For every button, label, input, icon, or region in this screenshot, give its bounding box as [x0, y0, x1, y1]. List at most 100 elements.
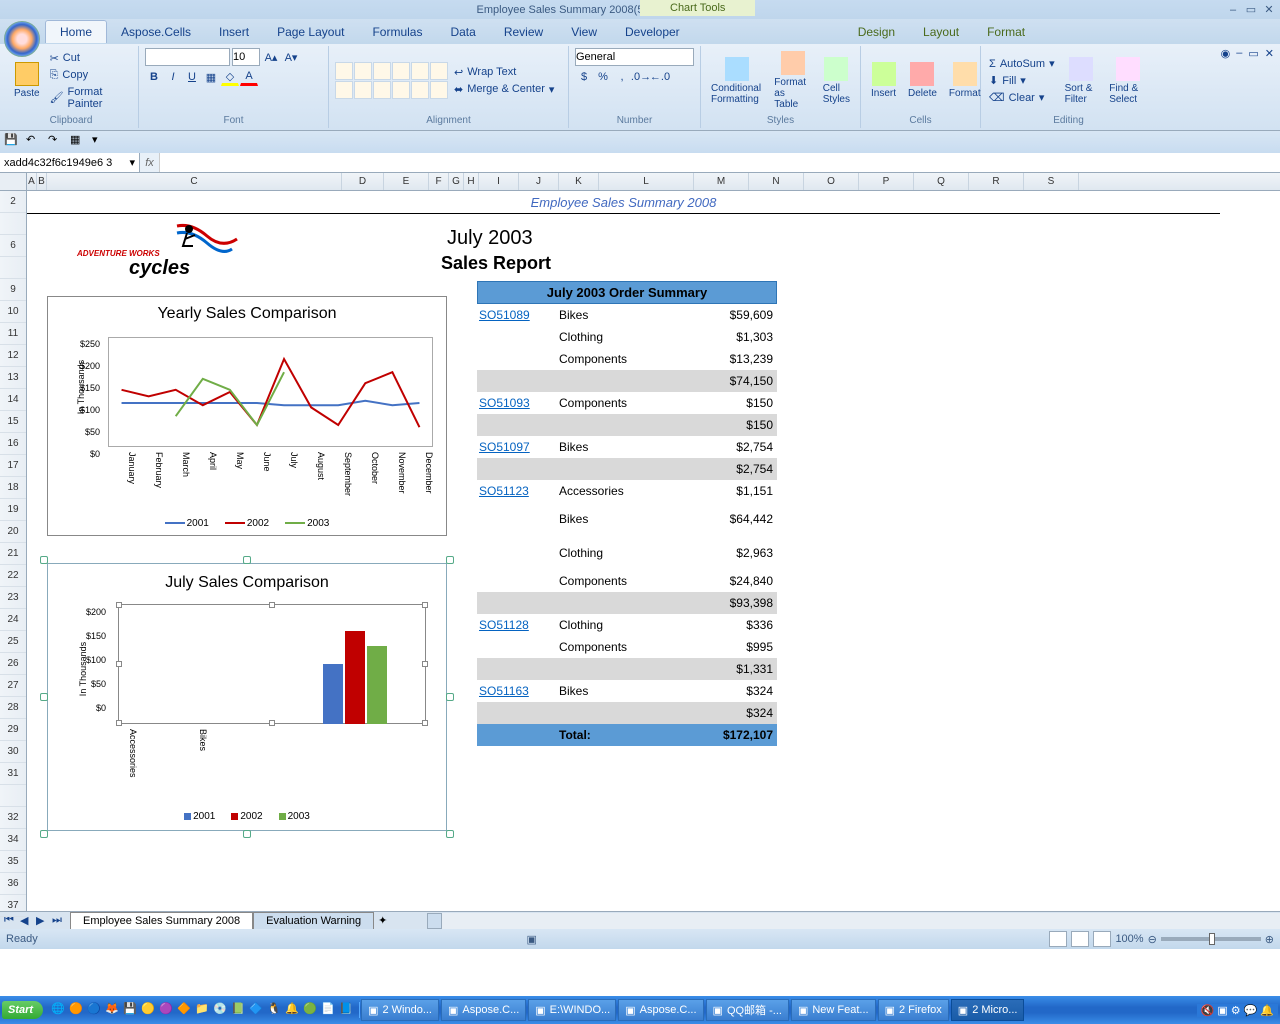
col-header[interactable]: D: [342, 173, 384, 190]
minimize-icon[interactable]: –: [1226, 4, 1240, 16]
row-header[interactable]: 31: [0, 763, 26, 785]
font-size-input[interactable]: [232, 48, 260, 66]
order-link[interactable]: SO51163: [479, 684, 529, 698]
ribbon-restore-icon[interactable]: ▭: [1248, 47, 1258, 60]
fill-color-button[interactable]: ◇: [221, 68, 239, 86]
taskbar-button[interactable]: ▣2 Windo...: [361, 999, 439, 1021]
row-header[interactable]: 32: [0, 807, 26, 829]
autosum-button[interactable]: Σ AutoSum ▾: [987, 56, 1057, 71]
quick-launch-icon[interactable]: 📘: [339, 1002, 355, 1018]
yearly-sales-chart[interactable]: Yearly Sales Comparison In Thousands $25…: [47, 296, 447, 536]
row-header[interactable]: 10: [0, 301, 26, 323]
row-header[interactable]: 20: [0, 521, 26, 543]
italic-button[interactable]: I: [164, 68, 182, 86]
row-header[interactable]: 19: [0, 499, 26, 521]
cut-button[interactable]: ✂Cut: [48, 51, 132, 66]
row-header[interactable]: 9: [0, 279, 26, 301]
row-header[interactable]: 30: [0, 741, 26, 763]
col-header[interactable]: I: [479, 173, 519, 190]
ribbon-tab-developer[interactable]: Developer: [611, 21, 694, 43]
horizontal-scrollbar[interactable]: [427, 913, 1280, 929]
tray-icon[interactable]: 🔔: [1260, 1004, 1274, 1017]
taskbar-button[interactable]: ▣2 Firefox: [878, 999, 949, 1021]
tray-icon[interactable]: ⚙: [1231, 1004, 1241, 1017]
zoom-out-button[interactable]: ⊖: [1148, 933, 1157, 946]
col-header[interactable]: R: [969, 173, 1024, 190]
comma-button[interactable]: ,: [613, 68, 631, 86]
alignment-buttons[interactable]: [335, 62, 448, 99]
page-layout-view-button[interactable]: [1071, 931, 1089, 947]
row-header[interactable]: 28: [0, 697, 26, 719]
underline-button[interactable]: U: [183, 68, 201, 86]
ribbon-tab-view[interactable]: View: [557, 21, 611, 43]
col-header[interactable]: J: [519, 173, 559, 190]
bold-button[interactable]: B: [145, 68, 163, 86]
zoom-slider[interactable]: [1161, 937, 1261, 941]
percent-button[interactable]: %: [594, 68, 612, 86]
help-icon[interactable]: ◉: [1221, 47, 1231, 60]
name-box[interactable]: xadd4c32f6c1949e6 3 ▾: [0, 153, 140, 172]
col-header[interactable]: L: [599, 173, 694, 190]
font-family-input[interactable]: [145, 48, 230, 66]
quick-launch-icon[interactable]: 🔵: [87, 1002, 103, 1018]
order-link[interactable]: SO51097: [479, 440, 530, 454]
page-break-view-button[interactable]: [1093, 931, 1111, 947]
merge-center-button[interactable]: ⬌Merge & Center ▾: [452, 82, 556, 97]
col-header[interactable]: N: [749, 173, 804, 190]
sheet-tab-inactive[interactable]: Evaluation Warning: [253, 912, 374, 929]
cell-styles-button[interactable]: Cell Styles: [819, 55, 854, 107]
col-header[interactable]: O: [804, 173, 859, 190]
quick-launch-icon[interactable]: 🔷: [249, 1002, 265, 1018]
col-header[interactable]: M: [694, 173, 749, 190]
order-link[interactable]: SO51123: [479, 484, 529, 498]
shrink-font-button[interactable]: A▾: [282, 48, 300, 66]
taskbar-button[interactable]: ▣QQ邮箱 -...: [706, 999, 789, 1021]
decrease-decimal-button[interactable]: ←.0: [651, 68, 669, 86]
row-header[interactable]: 23: [0, 587, 26, 609]
quick-launch-icon[interactable]: 🟠: [69, 1002, 85, 1018]
row-header[interactable]: [0, 213, 26, 235]
quick-launch-icon[interactable]: 📗: [231, 1002, 247, 1018]
sort-filter-button[interactable]: Sort & Filter: [1061, 55, 1102, 107]
redo-button[interactable]: ↷: [48, 133, 66, 151]
format-cells-button[interactable]: Format: [945, 60, 985, 101]
row-header[interactable]: 14: [0, 389, 26, 411]
sheet-nav-next[interactable]: ▶: [36, 914, 50, 927]
office-button[interactable]: [4, 21, 40, 57]
tray-icon[interactable]: 🔇: [1201, 1004, 1215, 1017]
row-header[interactable]: 37: [0, 895, 26, 917]
quick-launch-icon[interactable]: 🟡: [141, 1002, 157, 1018]
row-header[interactable]: 22: [0, 565, 26, 587]
worksheet-body[interactable]: Employee Sales Summary 2008 ADVENTURE WO…: [27, 191, 1280, 911]
sheet-nav-last[interactable]: ⏭: [52, 914, 66, 927]
context-tab-format[interactable]: Format: [973, 21, 1039, 43]
row-header[interactable]: 17: [0, 455, 26, 477]
currency-button[interactable]: $: [575, 68, 593, 86]
quick-launch-icon[interactable]: 🐧: [267, 1002, 283, 1018]
quick-launch-icon[interactable]: 🟢: [303, 1002, 319, 1018]
row-header[interactable]: 11: [0, 323, 26, 345]
row-header[interactable]: 6: [0, 235, 26, 257]
row-header[interactable]: 16: [0, 433, 26, 455]
col-header[interactable]: K: [559, 173, 599, 190]
col-header[interactable]: P: [859, 173, 914, 190]
ribbon-minimize-icon[interactable]: –: [1236, 47, 1242, 60]
fx-label[interactable]: fx: [140, 153, 160, 172]
col-header[interactable]: E: [384, 173, 429, 190]
ribbon-tab-review[interactable]: Review: [490, 21, 557, 43]
delete-cells-button[interactable]: Delete: [904, 60, 941, 101]
row-header[interactable]: 2: [0, 191, 26, 213]
quick-launch-icon[interactable]: 📄: [321, 1002, 337, 1018]
sheet-tab-active[interactable]: Employee Sales Summary 2008: [70, 912, 253, 929]
insert-cells-button[interactable]: Insert: [867, 60, 900, 101]
row-header[interactable]: 26: [0, 653, 26, 675]
row-header[interactable]: 13: [0, 367, 26, 389]
format-as-table-button[interactable]: Format as Table: [770, 49, 814, 112]
row-header[interactable]: 12: [0, 345, 26, 367]
col-header[interactable]: C: [47, 173, 342, 190]
row-header[interactable]: 35: [0, 851, 26, 873]
order-link[interactable]: SO51128: [479, 618, 529, 632]
row-header[interactable]: 36: [0, 873, 26, 895]
grow-font-button[interactable]: A▴: [262, 48, 280, 66]
taskbar-button[interactable]: ▣2 Micro...: [951, 999, 1025, 1021]
